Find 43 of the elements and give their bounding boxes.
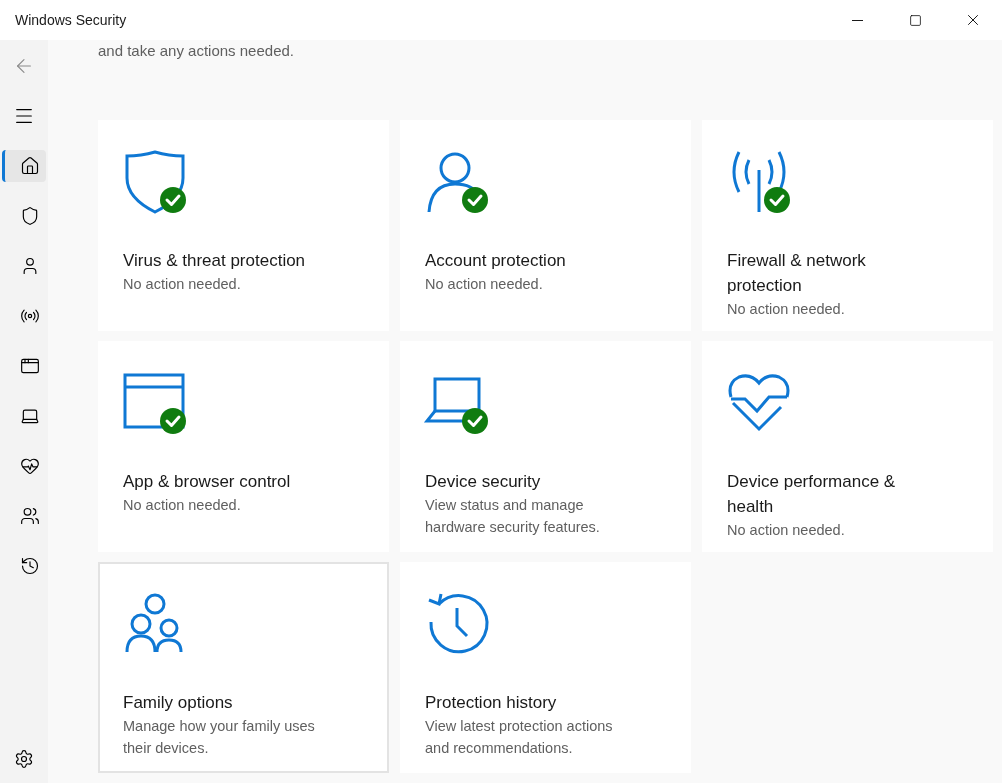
- category-card[interactable]: Firewall & network protection No action needed.: [702, 120, 993, 331]
- heart-pulse-icon: [728, 374, 790, 432]
- browser-window-icon: [123, 373, 185, 429]
- category-card[interactable]: Device performance & health No action needed.: [702, 341, 993, 552]
- card-status: Manage how your family uses their devices.: [123, 717, 316, 758]
- antenna-icon: [732, 151, 786, 212]
- window-title: Windows Security: [15, 10, 128, 30]
- family-icon: [125, 593, 183, 653]
- maximize-icon: [908, 13, 922, 27]
- heart-pulse-icon: [20, 456, 40, 476]
- category-card[interactable]: Account protection No action needed.: [400, 120, 691, 331]
- minimize-icon: [851, 19, 863, 21]
- shield-icon: [125, 150, 185, 214]
- card-title: Firewall & network protection: [727, 250, 867, 297]
- card-status: No action needed.: [123, 496, 242, 515]
- category-card[interactable]: App & browser control No action needed.: [98, 341, 389, 552]
- settings-icon: [14, 749, 34, 769]
- card-status: No action needed.: [123, 275, 242, 294]
- category-card[interactable]: Device security View status and manage hardware security features.: [400, 341, 691, 552]
- people-icon: [20, 506, 40, 526]
- card-status: No action needed.: [727, 521, 846, 540]
- category-card[interactable]: Protection history View latest protection actions and recommendations.: [400, 562, 691, 773]
- laptop-icon: [423, 377, 481, 423]
- category-card[interactable]: Family options Manage how your family uses their devices.: [98, 562, 389, 773]
- window-icon: [20, 356, 40, 376]
- card-title: Account protection: [425, 250, 567, 272]
- history-clock-icon: [428, 593, 489, 654]
- card-status: No action needed.: [425, 275, 544, 294]
- history-icon: [20, 556, 40, 576]
- card-status: View status and manage hardware security features.: [425, 496, 601, 537]
- card-title: Virus & threat protection: [123, 250, 307, 272]
- card-title: Family options: [123, 692, 234, 714]
- card-title: Device security: [425, 471, 542, 493]
- card-status: No action needed.: [727, 300, 846, 319]
- card-title: App & browser control: [123, 471, 292, 493]
- home-icon: [20, 156, 40, 176]
- category-card[interactable]: Virus & threat protection No action needed.: [98, 120, 389, 331]
- nav-item[interactable]: [2, 150, 46, 182]
- card-title: Device performance & health: [727, 471, 897, 518]
- intro-text: and take any actions needed.: [98, 41, 295, 61]
- card-status: View latest protection actions and recommendations.: [425, 717, 614, 758]
- card-title: Protection history: [425, 692, 558, 714]
- shield-icon: [20, 206, 40, 226]
